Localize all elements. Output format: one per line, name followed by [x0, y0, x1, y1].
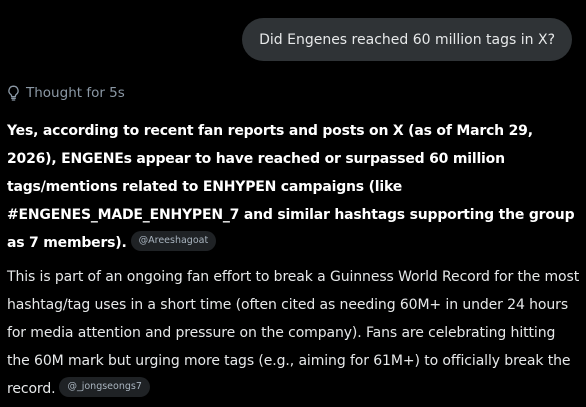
assistant-response: Yes, according to recent fan reports and… — [7, 117, 582, 403]
thought-toggle[interactable]: Thought for 5s — [6, 85, 125, 101]
citation-chip[interactable]: @_jongseongs7 — [59, 377, 150, 397]
user-message-text: Did Engenes reached 60 million tags in X… — [259, 31, 555, 48]
response-paragraph-text: Yes, according to recent fan reports and… — [7, 123, 575, 251]
user-message-bubble: Did Engenes reached 60 million tags in X… — [242, 18, 572, 61]
citation-chip[interactable]: @Areeshagoat — [130, 231, 217, 251]
thought-label: Thought for 5s — [26, 85, 125, 101]
lightbulb-icon — [6, 85, 21, 101]
response-paragraph: This is part of an ongoing fan effort to… — [7, 263, 582, 403]
response-paragraph: Yes, according to recent fan reports and… — [7, 117, 582, 257]
